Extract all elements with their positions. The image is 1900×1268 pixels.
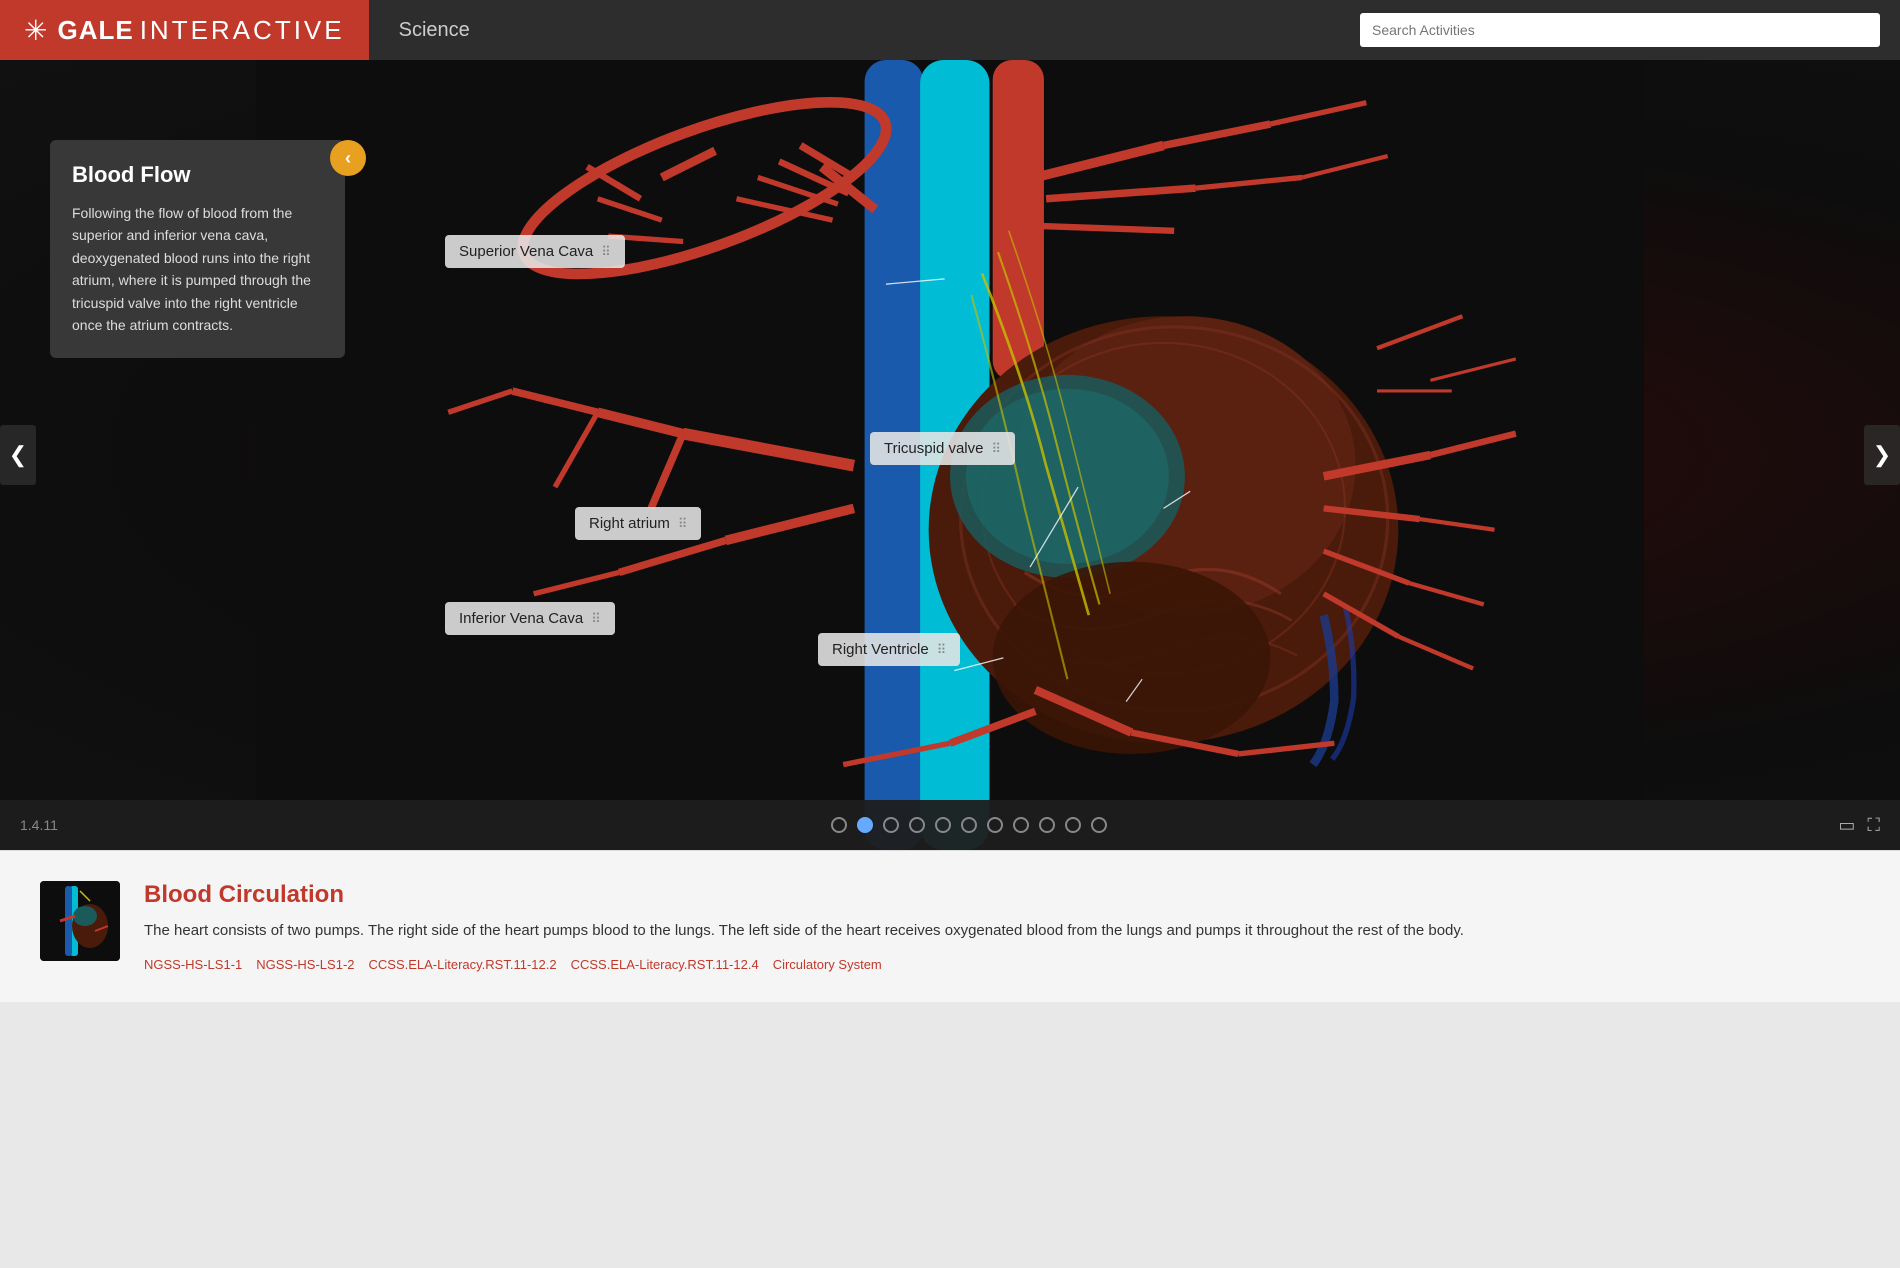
label-inferior-vena-cava[interactable]: Inferior Vena Cava ⠿ [445,602,615,635]
dot-3[interactable] [909,817,925,833]
label-tricuspid-valve[interactable]: Tricuspid valve ⠿ [870,432,1015,465]
drag-icon: ⠿ [678,516,688,532]
label-right-ventricle[interactable]: Right Ventricle ⠿ [818,633,960,666]
heart-thumbnail [40,881,120,961]
search-input[interactable] [1360,13,1880,47]
header: ✳ GALE INTERACTIVE Science [0,0,1900,60]
label-text: Right Ventricle [832,641,929,658]
drag-icon: ⠿ [937,642,947,658]
prev-icon: ❮ [9,442,27,468]
rect-icon[interactable]: ▭ [1838,815,1855,836]
expand-icon[interactable]: ⛶ [1867,815,1880,836]
info-panel: Blood Flow Following the flow of blood f… [50,140,345,358]
drag-icon: ⠿ [991,441,1001,457]
info-body: The heart consists of two pumps. The rig… [144,919,1464,943]
info-panel-body: Following the flow of blood from the sup… [72,202,323,336]
header-search[interactable] [1360,13,1880,47]
tag-ngss-ls1-1[interactable]: NGSS-HS-LS1-1 [144,957,242,972]
label-text: Tricuspid valve [884,440,983,457]
dot-7[interactable] [1013,817,1029,833]
label-text: Inferior Vena Cava [459,610,583,627]
bottom-bar: 1.4.11 ▭ ⛶ [0,800,1900,850]
drag-icon: ⠿ [601,244,611,260]
dot-0[interactable] [831,817,847,833]
next-arrow[interactable]: ❯ [1864,425,1900,485]
label-right-atrium[interactable]: Right atrium ⠿ [575,507,701,540]
version-label: 1.4.11 [20,817,100,833]
info-content: Blood Circulation The heart consists of … [144,881,1464,972]
label-superior-vena-cava[interactable]: Superior Vena Cava ⠿ [445,235,625,268]
tags-row: NGSS-HS-LS1-1 NGSS-HS-LS1-2 CCSS.ELA-Lit… [144,957,1464,972]
tag-ccss-rst-12-2[interactable]: CCSS.ELA-Literacy.RST.11-12.2 [369,957,557,972]
label-text: Superior Vena Cava [459,243,593,260]
tag-ngss-ls1-2[interactable]: NGSS-HS-LS1-2 [256,957,354,972]
dots-container [100,817,1838,833]
dot-8[interactable] [1039,817,1055,833]
dot-4[interactable] [935,817,951,833]
label-text: Right atrium [589,515,670,532]
next-icon: ❯ [1873,442,1891,468]
interactive-text: INTERACTIVE [140,15,345,46]
dot-9[interactable] [1065,817,1081,833]
dot-10[interactable] [1091,817,1107,833]
snowflake-icon: ✳ [24,14,47,47]
info-section: Blood Circulation The heart consists of … [0,850,1900,1002]
dot-1[interactable] [857,817,873,833]
viewer-container: Blood Flow Following the flow of blood f… [0,60,1900,850]
info-title: Blood Circulation [144,881,1464,909]
bottom-controls: ▭ ⛶ [1838,815,1880,836]
dot-6[interactable] [987,817,1003,833]
info-row: Blood Circulation The heart consists of … [40,881,1860,972]
info-panel-title: Blood Flow [72,162,323,188]
collapse-button[interactable]: ‹ [330,140,366,176]
tag-circulatory-system[interactable]: Circulatory System [773,957,882,972]
dot-5[interactable] [961,817,977,833]
dot-2[interactable] [883,817,899,833]
collapse-icon: ‹ [345,148,351,169]
header-logo: ✳ GALE INTERACTIVE [0,0,369,60]
tag-ccss-rst-12-4[interactable]: CCSS.ELA-Literacy.RST.11-12.4 [571,957,759,972]
header-science: Science [369,19,500,42]
prev-arrow[interactable]: ❮ [0,425,36,485]
gale-text: GALE [57,15,133,46]
drag-icon: ⠿ [591,611,601,627]
